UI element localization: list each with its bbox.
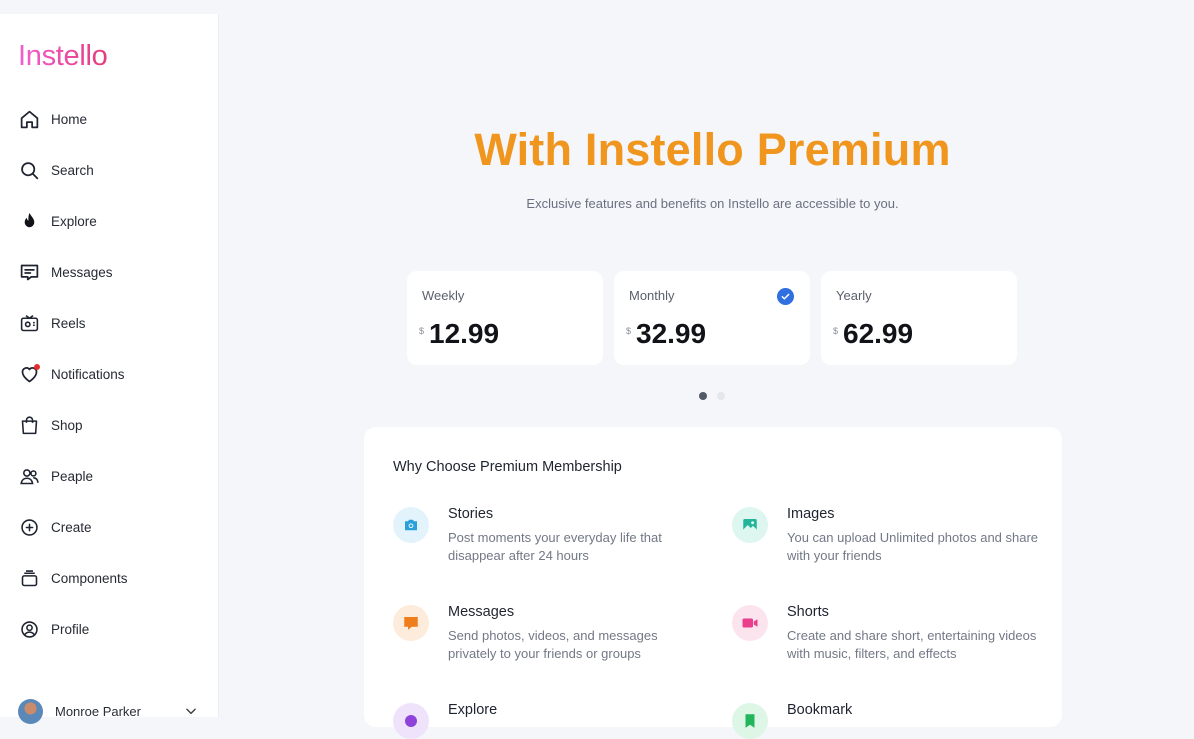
main-content: With Instello Premium Exclusive features… [219,0,1194,739]
sidebar-item-components[interactable]: Components [0,553,218,604]
plan-name: Weekly [422,288,465,303]
plus-circle-icon [18,517,40,539]
sidebar-item-label: Notifications [51,367,125,382]
sidebar: Instello Home Search Explore Messages Re… [0,14,219,724]
feature-title: Messages [448,604,515,620]
feature-description: You can upload Unlimited photos and shar… [787,530,1039,563]
sidebar-item-people[interactable]: Peaple [0,451,218,502]
carousel-dot[interactable] [717,392,725,400]
sidebar-item-label: Peaple [51,469,94,484]
sidebar-item-label: Reels [51,316,86,331]
plan-price: 12.99 [429,318,500,349]
section-title: Why Choose Premium Membership [393,459,622,475]
components-icon [18,568,40,590]
user-menu[interactable]: Monroe Parker [18,697,208,725]
feature-description: Create and share short, entertaining vid… [787,628,1037,661]
plan-card-monthly[interactable]: Monthly $ 32.99 [614,271,810,365]
feature-title: Images [787,506,835,522]
page-title: With Instello Premium [474,124,951,175]
page-subtitle: Exclusive features and benefits on Inste… [526,196,899,211]
image-icon [732,507,768,543]
sidebar-item-label: Search [51,163,94,178]
profile-icon [18,619,40,641]
sidebar-item-profile[interactable]: Profile [0,604,218,655]
sidebar-item-shop[interactable]: Shop [0,400,218,451]
sidebar-item-label: Create [51,520,92,535]
plan-name: Yearly [836,288,872,303]
user-name: Monroe Parker [55,703,141,719]
video-icon [732,605,768,641]
premium-benefits-card: Why Choose Premium Membership Stories Po… [364,427,1062,739]
sidebar-item-messages[interactable]: Messages [0,247,218,298]
checkmark-icon [777,288,794,305]
avatar [18,698,43,724]
sidebar-item-label: Home [51,112,88,127]
feature-title: Shorts [787,604,829,620]
home-icon [18,109,40,131]
search-icon [18,160,40,182]
sidebar-item-reels[interactable]: Reels [0,298,218,349]
carousel-pagination [699,392,725,400]
message-icon [18,262,40,284]
chevron-down-icon[interactable] [184,704,198,718]
currency-symbol: $ [626,326,632,336]
shopping-bag-icon [18,415,40,437]
explore-icon [393,703,429,739]
sidebar-item-explore[interactable]: Explore [0,196,218,247]
flame-icon [18,211,40,233]
feature-description: Post moments your everyday life that dis… [448,530,662,563]
notification-badge [34,363,40,370]
plan-price: 62.99 [843,318,914,349]
sidebar-item-label: Shop [51,418,83,433]
plan-price: 32.99 [636,318,707,349]
plan-name: Monthly [629,288,675,303]
feature-title: Stories [448,506,494,522]
sidebar-item-notifications[interactable]: Notifications [0,349,218,400]
carousel-dot[interactable] [699,392,707,400]
currency-symbol: $ [833,326,839,336]
sidebar-item-label: Explore [51,214,97,229]
currency-symbol: $ [419,326,425,336]
bookmark-icon [732,703,768,739]
sidebar-item-create[interactable]: Create [0,502,218,553]
people-icon [18,466,40,488]
sidebar-item-label: Profile [51,622,90,637]
feature-title: Explore [448,702,498,718]
sidebar-item-label: Messages [51,265,113,280]
sidebar-item-search[interactable]: Search [0,145,218,196]
app-logo[interactable]: Instello [18,40,108,73]
sidebar-nav: Home Search Explore Messages Reels Notif… [0,94,218,655]
feature-description: Send photos, videos, and messages privat… [448,628,658,661]
plan-card-weekly[interactable]: Weekly $ 12.99 [407,271,603,365]
heart-icon [18,363,40,386]
chat-icon [393,605,429,641]
sidebar-item-home[interactable]: Home [0,94,218,145]
sidebar-item-label: Components [51,571,128,586]
reels-icon [18,313,40,335]
plan-card-yearly[interactable]: Yearly $ 62.99 [821,271,1017,365]
feature-title: Bookmark [787,702,853,718]
camera-icon [393,507,429,543]
